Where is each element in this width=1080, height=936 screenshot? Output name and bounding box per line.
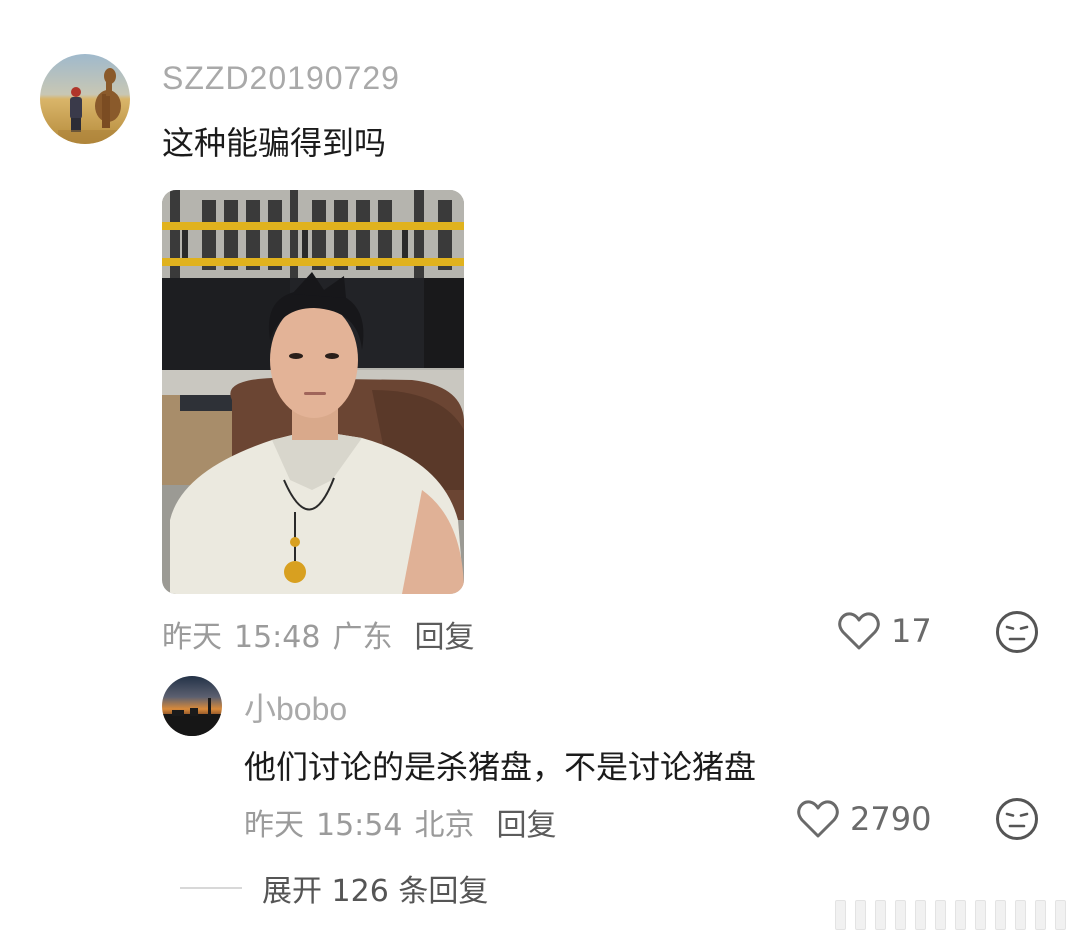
avatar[interactable] [40,54,130,144]
reply-reply-button[interactable]: 回复 [496,808,556,843]
camel-desert-avatar-icon [40,54,130,144]
heart-outline-icon [838,612,880,650]
comment-image[interactable] [162,190,464,594]
neutral-face-icon [996,798,1038,840]
emoji-reaction-button[interactable] [995,610,1039,654]
reply-emoji-reaction-button[interactable] [995,797,1039,841]
reply-like-count: 2790 [850,800,932,838]
reply-button[interactable]: 回复 [414,620,474,655]
sunset-skyline-avatar-icon [162,676,222,736]
reply-like-button[interactable]: 2790 [796,799,931,839]
comment-date: 昨天 [162,620,222,655]
comment-username[interactable]: SZZD20190729 [162,60,400,97]
watermark-bars [835,900,1066,930]
reply-time: 15:54 [316,808,403,843]
reply-date: 昨天 [244,808,304,843]
comment-location: 广东 [332,620,393,655]
selfie-photo-icon [162,190,464,594]
reply-username[interactable]: 小bobo [244,684,347,730]
comment-meta: 昨天 15:48 广东 回复 [162,612,474,656]
comment-text: 这种能骗得到吗 [162,124,387,162]
neutral-face-icon [996,611,1038,653]
comment-time: 15:48 [234,620,321,655]
reply-meta: 昨天 15:54 北京 回复 [244,800,556,844]
expand-replies-button[interactable]: 展开 126 条回复 [180,866,488,910]
reply-location: 北京 [414,808,475,843]
reply-avatar[interactable] [162,676,222,736]
like-count: 17 [891,612,932,650]
expand-divider [180,887,242,889]
heart-outline-icon [797,800,839,838]
like-button[interactable]: 17 [837,611,932,651]
reply-text: 他们讨论的是杀猪盘，不是讨论猪盘 [244,748,757,786]
expand-replies-label: 展开 126 条回复 [262,874,489,909]
